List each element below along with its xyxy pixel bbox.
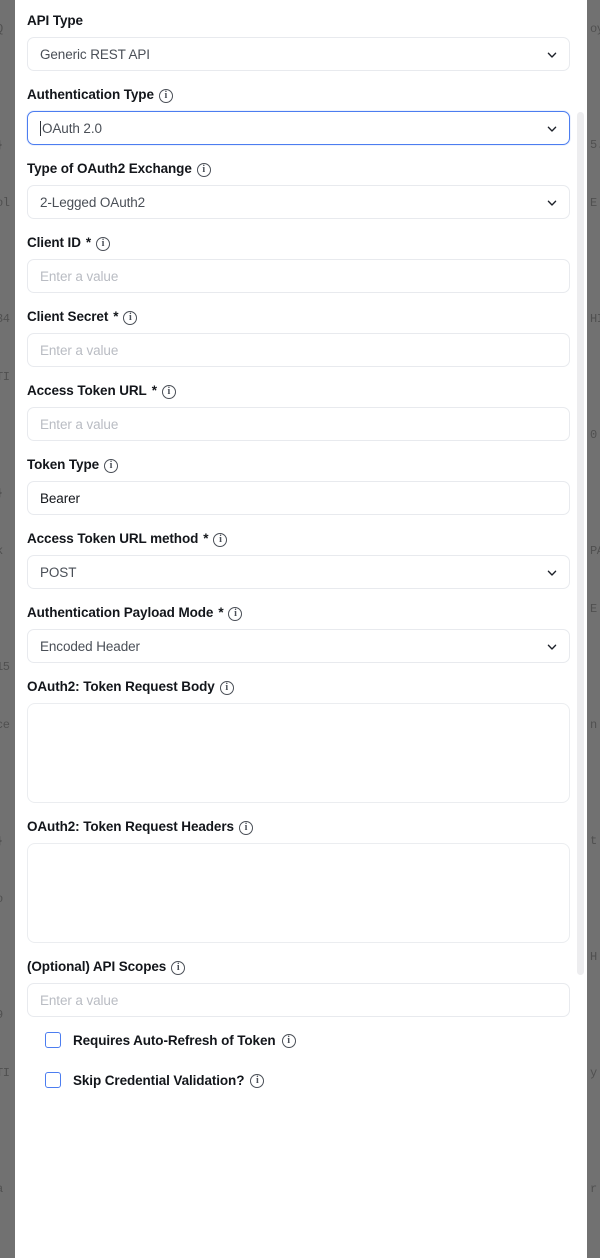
- input-client-secret[interactable]: Enter a value: [27, 333, 570, 367]
- textarea-oauth2-token-request-body[interactable]: [27, 703, 570, 803]
- panel-scrollbar-thumb[interactable]: [577, 112, 584, 975]
- field-group-access-token-url: Access Token URL * Enter a value: [27, 382, 570, 441]
- chevron-down-icon: [546, 643, 557, 652]
- select-type-of-oauth2-exchange[interactable]: 2-Legged OAuth2: [27, 185, 570, 219]
- value-text: 2-Legged OAuth2: [40, 194, 146, 210]
- input-optional-api-scopes[interactable]: Enter a value: [27, 983, 570, 1017]
- field-label-text: Type of OAuth2 Exchange: [27, 161, 192, 176]
- credential-form: API Type Generic REST API Authentication T…: [15, 0, 587, 1112]
- value-text: Enter a value: [40, 268, 119, 284]
- textarea-oauth2-token-request-headers[interactable]: [27, 843, 570, 943]
- info-icon-skip-credential-validation[interactable]: [250, 1073, 265, 1088]
- field-label-text: Access Token URL: [27, 383, 147, 398]
- field-label-optional-api-scopes: (Optional) API Scopes: [27, 958, 570, 976]
- field-label-text: OAuth2: Token Request Headers: [27, 819, 234, 834]
- required-asterisk: *: [113, 309, 119, 324]
- field-label-text: OAuth2: Token Request Body: [27, 679, 215, 694]
- info-icon-client-secret[interactable]: [123, 310, 138, 325]
- info-icon-access-token-url-method[interactable]: [213, 532, 228, 547]
- checkbox-label-text: Skip Credential Validation?: [73, 1072, 245, 1088]
- field-label-text: Authentication Type: [27, 87, 154, 102]
- required-asterisk: *: [85, 235, 92, 250]
- input-token-type[interactable]: Bearer: [27, 481, 570, 515]
- field-label-authentication-payload-mode: Authentication Payload Mode *: [27, 604, 570, 622]
- info-icon-token-type[interactable]: [104, 458, 119, 473]
- required-asterisk: *: [151, 383, 157, 398]
- checkbox-label-text: Requires Auto-Refresh of Token: [73, 1032, 276, 1048]
- required-asterisk: *: [203, 531, 209, 546]
- chevron-down-icon: [546, 51, 557, 60]
- field-label-oauth2-token-request-headers: OAuth2: Token Request Headers: [27, 818, 570, 836]
- field-group-optional-api-scopes: (Optional) API Scopes Enter a value: [27, 958, 570, 1017]
- field-label-text: Client ID: [27, 235, 81, 250]
- required-asterisk: *: [218, 605, 224, 620]
- info-icon-authentication-payload-mode[interactable]: [228, 606, 243, 621]
- value-text: Enter a value: [40, 416, 119, 432]
- field-group-oauth2-token-request-body: OAuth2: Token Request Body: [27, 678, 570, 803]
- panel-scrollbar-track[interactable]: [577, 0, 586, 1258]
- chevron-down-icon: [546, 125, 557, 134]
- field-label-api-type: API Type: [27, 12, 570, 30]
- field-group-authentication-payload-mode: Authentication Payload Mode * Encoded Head…: [27, 604, 570, 663]
- field-group-access-token-url-method: Access Token URL method * POST: [27, 530, 570, 589]
- field-group-oauth2-token-request-headers: OAuth2: Token Request Headers: [27, 818, 570, 943]
- field-label-text: (Optional) API Scopes: [27, 959, 167, 974]
- select-api-type[interactable]: Generic REST API: [27, 37, 570, 71]
- info-icon-oauth2-token-request-headers[interactable]: [238, 820, 253, 835]
- backdrop-ghost-content-right: oy 5. E HI 0 PA E n t H y r: [590, 22, 600, 1196]
- select-authentication-type[interactable]: OAuth 2.0: [27, 111, 570, 145]
- value-text: POST: [40, 564, 77, 580]
- info-icon-type-of-oauth2-exchange[interactable]: [196, 162, 211, 177]
- checkbox-label-skip-credential-validation: Skip Credential Validation?: [73, 1072, 265, 1088]
- chevron-down-icon: [546, 569, 557, 578]
- chevron-down-icon: [546, 199, 557, 208]
- field-label-text: Token Type: [27, 457, 100, 472]
- field-group-authentication-type: Authentication Type OAuth 2.0: [27, 86, 570, 145]
- checkbox-skip-credential-validation[interactable]: [45, 1072, 61, 1088]
- field-label-type-of-oauth2-exchange: Type of OAuth2 Exchange: [27, 160, 570, 178]
- input-access-token-url[interactable]: Enter a value: [27, 407, 570, 441]
- field-group-client-id: Client ID * Enter a value: [27, 234, 570, 293]
- field-group-token-type: Token Type Bearer: [27, 456, 570, 515]
- field-label-access-token-url-method: Access Token URL method *: [27, 530, 570, 548]
- input-client-id[interactable]: Enter a value: [27, 259, 570, 293]
- field-label-client-id: Client ID *: [27, 234, 570, 252]
- value-text: Enter a value: [40, 992, 119, 1008]
- info-icon-access-token-url[interactable]: [161, 384, 176, 399]
- value-text: Generic REST API: [40, 46, 150, 62]
- select-authentication-payload-mode[interactable]: Encoded Header: [27, 629, 570, 663]
- value-text: OAuth 2.0: [42, 120, 102, 136]
- checkbox-row-requires-auto-refresh-of-token[interactable]: Requires Auto-Refresh of Token: [27, 1032, 570, 1048]
- field-group-type-of-oauth2-exchange: Type of OAuth2 Exchange 2-Legged OAuth2: [27, 160, 570, 219]
- checkbox-requires-auto-refresh-of-token[interactable]: [45, 1032, 61, 1048]
- info-icon-oauth2-token-request-body[interactable]: [219, 680, 234, 695]
- text-cursor: [40, 120, 41, 136]
- value-text: Bearer: [40, 490, 80, 506]
- info-icon-requires-auto-refresh-of-token[interactable]: [281, 1033, 296, 1048]
- field-label-text: Access Token URL method: [27, 531, 199, 546]
- field-group-api-type: API Type Generic REST API: [27, 12, 570, 71]
- field-group-client-secret: Client Secret * Enter a value: [27, 308, 570, 367]
- value-text: Encoded Header: [40, 638, 140, 654]
- info-icon-authentication-type[interactable]: [158, 88, 173, 103]
- field-label-text: Authentication Payload Mode: [27, 605, 214, 620]
- field-label-text: Client Secret: [27, 309, 109, 324]
- value-text: Enter a value: [40, 342, 119, 358]
- info-icon-client-id[interactable]: [96, 236, 111, 251]
- info-icon-optional-api-scopes[interactable]: [171, 960, 186, 975]
- field-label-authentication-type: Authentication Type: [27, 86, 570, 104]
- checkbox-label-requires-auto-refresh-of-token: Requires Auto-Refresh of Token: [73, 1033, 296, 1048]
- field-label-oauth2-token-request-body: OAuth2: Token Request Body: [27, 678, 570, 696]
- field-label-token-type: Token Type: [27, 456, 570, 474]
- api-credential-configuration-panel: API Type Generic REST API Authentication T…: [15, 0, 587, 1258]
- field-label-access-token-url: Access Token URL *: [27, 382, 570, 400]
- field-label-client-secret: Client Secret *: [27, 308, 570, 326]
- field-label-text: API Type: [27, 13, 83, 28]
- checkbox-row-skip-credential-validation[interactable]: Skip Credential Validation?: [27, 1072, 570, 1088]
- select-access-token-url-method[interactable]: POST: [27, 555, 570, 589]
